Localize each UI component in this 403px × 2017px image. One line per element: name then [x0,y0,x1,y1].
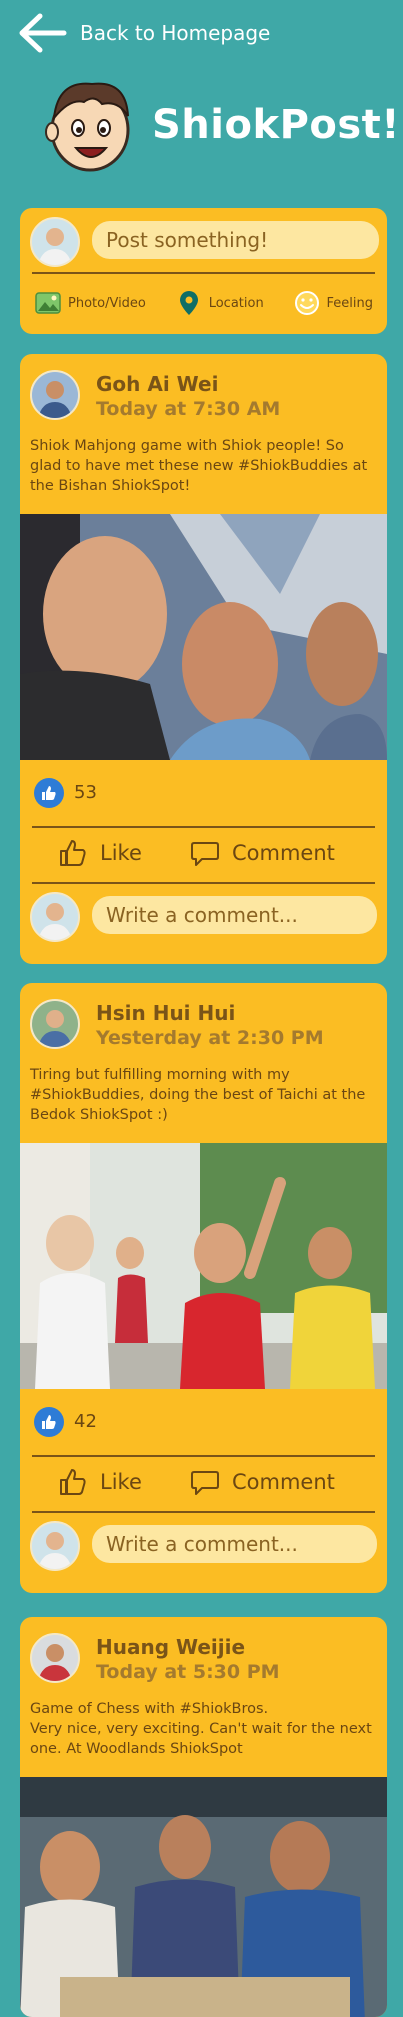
comment-button[interactable]: Comment [190,838,335,868]
back-label[interactable]: Back to Homepage [80,21,270,45]
avatar[interactable] [30,1633,80,1683]
post-author[interactable]: Hsin Hui Hui [96,1001,235,1025]
comment-composer: Write a comment... [20,882,387,956]
chess-photo-image [20,1777,387,2017]
mascot-logo [45,82,130,172]
like-badge [34,1407,64,1437]
avatar [30,1521,80,1571]
like-count[interactable]: 53 [74,782,97,803]
user-avatar-icon [32,219,78,265]
like-label: Like [100,841,142,865]
location-button[interactable]: Location [175,289,264,317]
user-avatar-icon [32,1635,78,1681]
post-header: Goh Ai Wei Today at 7:30 AM Shiok Mahjon… [20,354,387,514]
brand-logo: ShiokPost! [40,70,400,180]
thumbs-up-icon [42,786,56,800]
post-text: Game of Chess with #ShiokBros. Very nice… [30,1701,372,1757]
like-button[interactable]: Like [58,1467,142,1497]
selfie-photo-image [20,514,387,760]
comment-button[interactable]: Comment [190,1467,335,1497]
user-avatar-icon [32,372,78,418]
post-time: Today at 5:30 PM [96,1661,280,1683]
post-composer: Post something! Photo/Video Location Fee… [20,208,387,334]
post-card: Huang Weijie Today at 5:30 PM Game of Ch… [20,1617,387,2017]
post-actions: Like Comment [20,1455,387,1513]
comment-bubble-icon [191,1471,219,1495]
post-stats: 42 [20,1389,387,1455]
comment-label: Comment [232,841,335,865]
back-arrow-icon[interactable] [16,10,68,56]
post-stats: 53 [20,760,387,826]
post-actions: Like Comment [20,826,387,884]
thumbs-up-icon [42,1415,56,1429]
like-label: Like [100,1470,142,1494]
photo-icon [35,292,61,314]
post-input[interactable]: Post something! [92,221,379,259]
post-photo[interactable] [20,1777,387,2017]
brand-title: ShiokPost! [152,102,401,148]
comment-label: Comment [232,1470,335,1494]
post-author[interactable]: Huang Weijie [96,1635,245,1659]
thumbs-up-icon [60,840,86,866]
feeling-label: Feeling [326,295,373,311]
divider [32,826,375,828]
post-text: Tiring but fulfilling morning with my #S… [30,1067,366,1123]
post-author[interactable]: Goh Ai Wei [96,372,218,396]
post-text: Shiok Mahjong game with Shiok people! So… [30,438,368,494]
like-badge [34,778,64,808]
post-header: Huang Weijie Today at 5:30 PM Game of Ch… [20,1617,387,1777]
user-avatar-icon [32,1523,78,1569]
post-photo[interactable] [20,1143,387,1389]
avatar [30,217,80,267]
post-time: Today at 7:30 AM [96,398,281,420]
location-label: Location [208,295,264,311]
smiley-icon [294,291,319,315]
post-card: Hsin Hui Hui Yesterday at 2:30 PM Tiring… [20,983,387,1593]
comment-bubble-icon [191,842,219,866]
user-avatar-icon [32,894,78,940]
feeling-button[interactable]: Feeling [293,289,373,317]
post-header: Hsin Hui Hui Yesterday at 2:30 PM Tiring… [20,983,387,1143]
comment-input[interactable]: Write a comment... [92,1525,377,1563]
divider [32,1455,375,1457]
user-avatar-icon [32,1001,78,1047]
composer-actions: Photo/Video Location Feeling [34,286,373,320]
post-photo[interactable] [20,514,387,760]
taichi-photo-image [20,1143,387,1389]
location-pin-icon [179,291,198,315]
like-button[interactable]: Like [58,838,142,868]
photo-video-button[interactable]: Photo/Video [34,289,146,317]
post-card: Goh Ai Wei Today at 7:30 AM Shiok Mahjon… [20,354,387,964]
post-time: Yesterday at 2:30 PM [96,1027,324,1049]
comment-input[interactable]: Write a comment... [92,896,377,934]
thumbs-up-icon [60,1469,86,1495]
like-count[interactable]: 42 [74,1411,97,1432]
back-link[interactable]: Back to Homepage [16,10,270,56]
divider [32,272,375,274]
avatar[interactable] [30,999,80,1049]
header: Back to Homepage ShiokPost! [0,0,403,200]
photo-video-label: Photo/Video [68,295,146,311]
avatar[interactable] [30,370,80,420]
comment-composer: Write a comment... [20,1511,387,1585]
avatar [30,892,80,942]
